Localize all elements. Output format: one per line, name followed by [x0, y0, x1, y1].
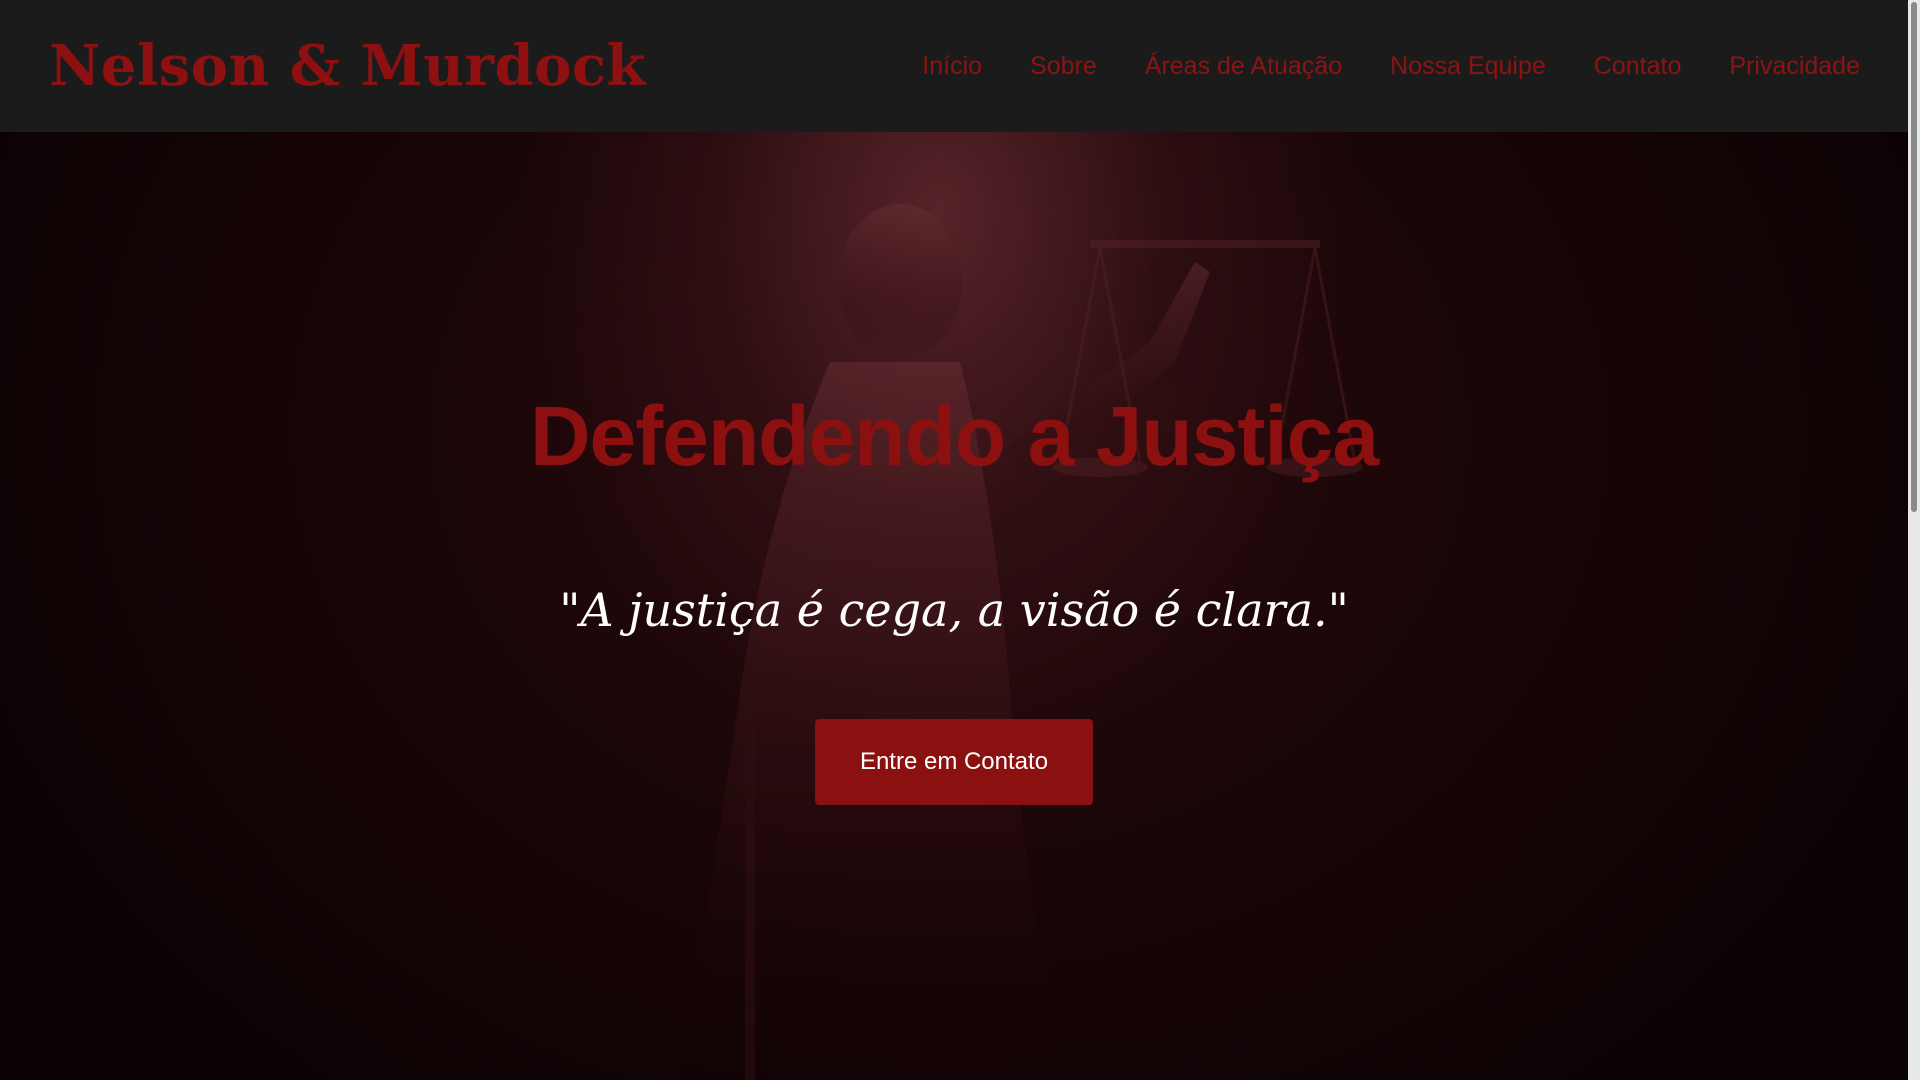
- scrollbar-thumb[interactable]: [1911, 2, 1917, 512]
- page-scrollbar[interactable]: [1908, 0, 1920, 1080]
- nav-link-areas-de-atuacao[interactable]: Áreas de Atuação: [1145, 52, 1342, 81]
- nav-link-contato[interactable]: Contato: [1594, 52, 1682, 81]
- hero-title: Defendendo a Justiça: [529, 389, 1379, 483]
- hero-content: Defendendo a Justiça "A justiça é cega, …: [0, 132, 1908, 1080]
- site-logo[interactable]: Nelson & Murdock: [49, 33, 646, 99]
- page: Nelson & Murdock Início Sobre Áreas de A…: [0, 0, 1920, 1080]
- hero-section: Defendendo a Justiça "A justiça é cega, …: [0, 132, 1908, 1080]
- site-header: Nelson & Murdock Início Sobre Áreas de A…: [0, 0, 1908, 132]
- nav-link-inicio[interactable]: Início: [922, 52, 982, 81]
- contact-cta-button[interactable]: Entre em Contato: [815, 719, 1093, 806]
- nav-link-sobre[interactable]: Sobre: [1030, 52, 1097, 81]
- hero-quote: "A justiça é cega, a visão é clara.": [559, 583, 1349, 638]
- nav-link-nossa-equipe[interactable]: Nossa Equipe: [1390, 52, 1546, 81]
- main-nav: Início Sobre Áreas de Atuação Nossa Equi…: [922, 52, 1860, 81]
- nav-link-privacidade[interactable]: Privacidade: [1729, 52, 1860, 81]
